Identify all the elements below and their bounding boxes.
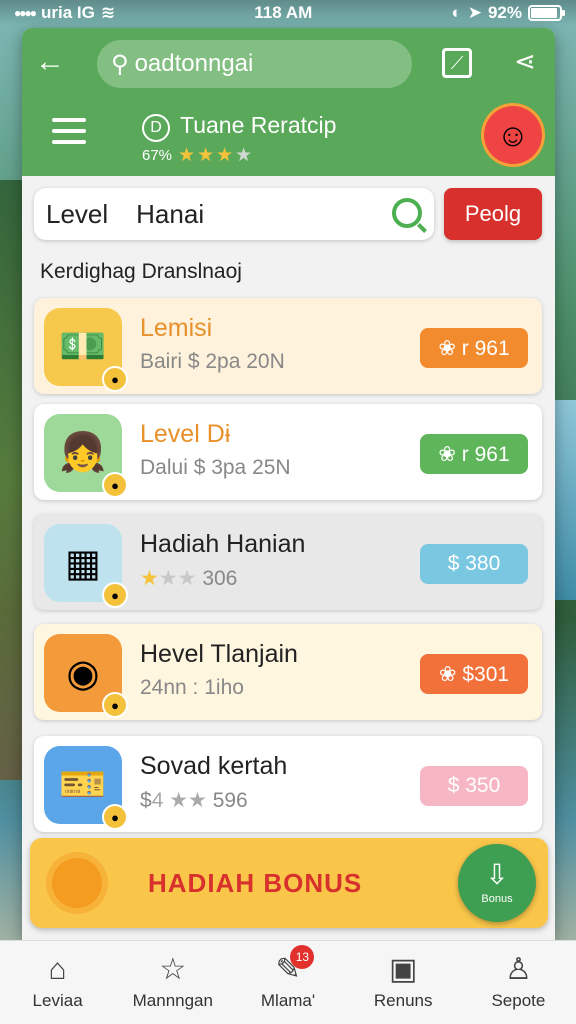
badge-icon: ● [102, 692, 128, 718]
item-subtitle-text: 596 [212, 789, 248, 812]
star-icon: ★ [235, 145, 255, 166]
edit-icon[interactable]: ⟋ [442, 48, 472, 78]
badge-icon: ● [102, 804, 128, 830]
bonus-button-label: Bonus [481, 893, 513, 905]
item-subtitle-text: 24nn : 1iho [140, 676, 244, 699]
battery-fill [530, 8, 557, 18]
nav-label: Leviaa [32, 990, 83, 1010]
bonus-label: HADIAH BONUS [148, 868, 363, 898]
nav-item-mlama[interactable]: ✎ Mlama' 13 [230, 941, 345, 1024]
star-icon: ★ [216, 145, 236, 166]
list-item[interactable]: 🎫 ● Sovad kertah $4 ★★ 596 $ 350 [34, 736, 542, 832]
app-window: ← ⚲ oadtonngai ⟋ ⋖ D Tuane Reratcip 67% … [22, 28, 555, 940]
level-label: Level [46, 198, 109, 229]
nav-label: Renuns [373, 990, 433, 1010]
item-subtitle: Bairi $ 2pa 20N [140, 350, 285, 374]
star-icon: 4 ★★ [151, 789, 213, 812]
price-button[interactable]: $ 380 [420, 544, 528, 584]
nav-label: Sepote [491, 990, 546, 1010]
star-icon: ★ [197, 145, 217, 166]
sun-icon [52, 858, 102, 908]
app-rating-percent: 67% [142, 147, 173, 164]
download-icon: ⇩ [485, 859, 509, 890]
nav-item-leviaa[interactable]: ⌂ Leviaa [0, 941, 115, 1024]
search-go-icon[interactable] [392, 198, 422, 228]
briefcase-icon: ▣ [389, 952, 418, 986]
item-title: Sovad kertah [140, 752, 288, 780]
badge-icon: ● [102, 366, 128, 392]
header: ← ⚲ oadtonngai ⟋ ⋖ D Tuane Reratcip 67% … [22, 28, 555, 176]
search-text: oadtonngai [134, 50, 254, 77]
avatar[interactable]: ☺ [484, 106, 542, 164]
item-title: Hevel Tlanjain [140, 640, 298, 668]
price-button[interactable]: ❀ $301 [420, 654, 528, 694]
star-icon: ★ [140, 567, 159, 590]
item-title: Lemisi [140, 314, 213, 342]
item-subtitle: $4 ★★ 596 [140, 788, 248, 813]
nav-item-sepote[interactable]: ♙ Sepote [461, 941, 576, 1024]
app-rating: 67% ★★★★ [142, 144, 254, 167]
list-item[interactable]: ◉ ● Hevel Tlanjain 24nn : 1iho ❀ $301 [34, 624, 542, 720]
price-button[interactable]: ❀ r 961 [420, 328, 528, 368]
profile-icon: ♙ [504, 952, 532, 986]
calendar-icon: ▦ ● [44, 524, 128, 608]
back-icon[interactable]: ← [32, 44, 68, 80]
star-icon: ☆ [159, 952, 187, 986]
search-icon: ⚲ [111, 50, 129, 78]
star-icon: $ [140, 789, 152, 812]
wifi-icon: ≋ [100, 3, 116, 22]
clock: 118 AM [254, 3, 313, 22]
home-icon: ⌂ [48, 952, 67, 986]
nav-item-renuns[interactable]: ▣ Renuns [346, 941, 461, 1024]
item-subtitle: 24nn : 1iho [140, 676, 244, 700]
price-button[interactable]: $ 350 [420, 766, 528, 806]
item-title: Level Dɨ [140, 420, 231, 448]
item-subtitle: ★★★ 306 [140, 566, 237, 591]
item-title: Hadiah Hanian [140, 530, 306, 558]
badge-icon: ● [102, 582, 128, 608]
status-bar: ●●●● uria IG ≋ 118 AM ◐ ➤ 92% [0, 0, 576, 26]
location-icon: ➤ [467, 3, 482, 22]
search-input[interactable]: ⚲ oadtonngai [97, 40, 412, 88]
item-subtitle-text: 306 [202, 567, 238, 590]
app-logo-badge: D [142, 114, 170, 142]
list-item[interactable]: ▦ ● Hadiah Hanian ★★★ 306 $ 380 [34, 514, 542, 610]
list-item[interactable]: 👧 ● Level Dɨ Dalui $ 3pa 25N ❀ r 961 [34, 404, 542, 500]
alarm-icon: ◐ [451, 3, 462, 22]
section-title: Kerdighag Dranslnaoj [40, 260, 242, 283]
item-subtitle-text: Bairi $ 2pa 20N [140, 350, 285, 373]
price-button[interactable]: ❀ r 961 [420, 434, 528, 474]
level-value: Hanai [136, 198, 205, 229]
badge-icon: ● [102, 472, 128, 498]
bottom-nav: ⌂ Leviaa ☆ Mannngan ✎ Mlama' 13 ▣ Renuns ♙ Sepote [0, 940, 576, 1024]
item-subtitle: Dalui $ 3pa 25N [140, 456, 291, 480]
battery-percent: 92% [487, 3, 522, 22]
ticket-icon: 🎫 ● [44, 746, 128, 830]
item-subtitle-text: Dalui $ 3pa 25N [140, 456, 291, 479]
notification-badge: 13 [290, 945, 315, 969]
nav-label: Mlama' [260, 990, 316, 1010]
rating-stars: ★★★★ [178, 144, 254, 167]
bonus-button[interactable]: ⇩ Bonus [458, 844, 536, 922]
battery-icon [527, 5, 565, 21]
bonus-banner[interactable]: HADIAH BONUS ⇩ Bonus [30, 838, 548, 928]
menu-icon[interactable] [52, 118, 86, 144]
carrier-label: uria IG [41, 3, 95, 22]
nav-label: Mannngan [132, 990, 213, 1010]
star-icon: ★ [178, 145, 198, 166]
level-search-field[interactable]: Level Hanai [34, 188, 434, 240]
girl-avatar-icon: 👧 ● [44, 414, 128, 498]
list-item[interactable]: 💵 ● Lemisi Bairi $ 2pa 20N ❀ r 961 [34, 298, 542, 394]
app-title: Tuane Reratcip [180, 112, 337, 138]
signal-icon: ●●●● [14, 6, 37, 20]
star-icon: ★★ [158, 567, 203, 590]
money-icon: 💵 ● [44, 308, 128, 392]
share-icon[interactable]: ⋖ [508, 44, 542, 78]
nav-item-mannngan[interactable]: ☆ Mannngan [115, 941, 230, 1024]
peolg-button[interactable]: Peolg [444, 188, 542, 240]
camera-icon: ◉ ● [44, 634, 128, 718]
